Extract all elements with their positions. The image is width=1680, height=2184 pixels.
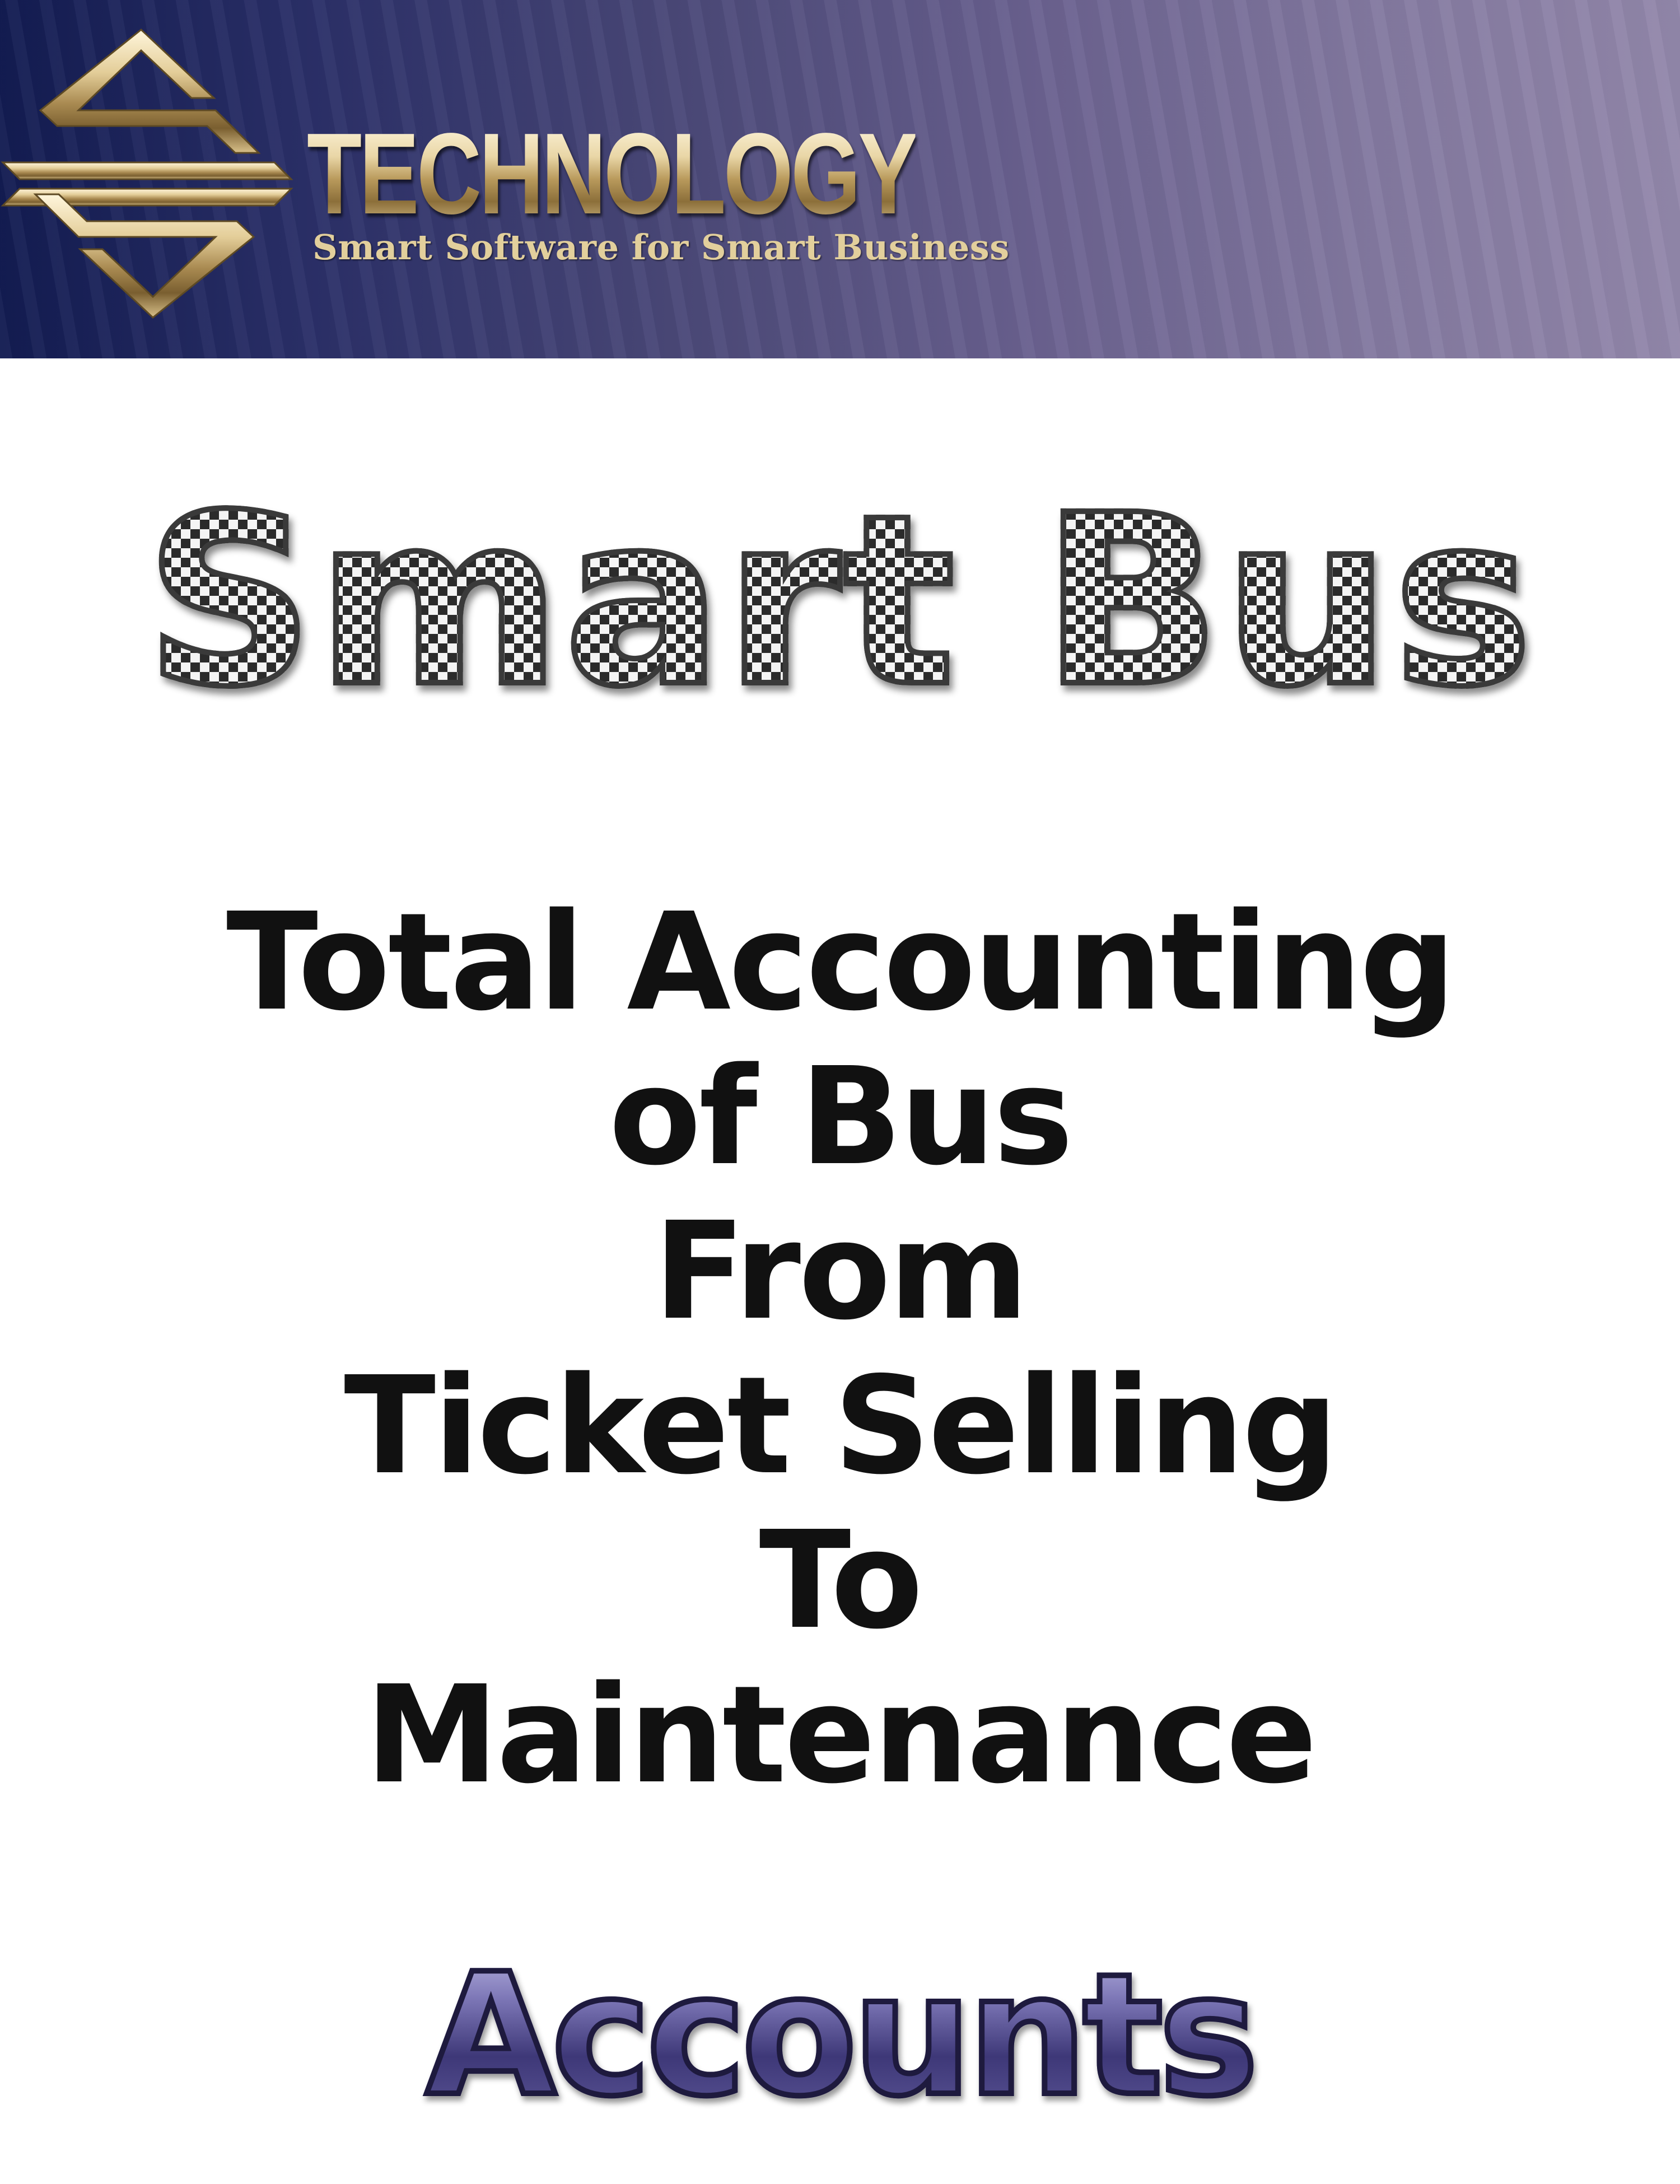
brand-tagline: Smart Software for Smart Business bbox=[312, 227, 1010, 268]
description-line: To bbox=[759, 1502, 923, 1659]
description-line: From bbox=[654, 1193, 1029, 1350]
description-line: Total Accounting bbox=[226, 884, 1456, 1040]
brand-name: TECHNOLOGY bbox=[307, 109, 918, 238]
product-title: Smart Bus bbox=[0, 479, 1680, 725]
description-line: of Bus bbox=[609, 1038, 1074, 1195]
description-line: Ticket Selling bbox=[344, 1347, 1338, 1504]
description-line: Maintenance bbox=[365, 1656, 1317, 1813]
header-banner: TECHNOLOGY Smart Software for Smart Busi… bbox=[0, 0, 1680, 358]
s-diamond-logo-icon bbox=[1, 29, 293, 319]
description-block: Total Accounting of Bus From Ticket Sell… bbox=[0, 885, 1680, 1812]
section-label: Accounts bbox=[0, 1946, 1680, 2125]
